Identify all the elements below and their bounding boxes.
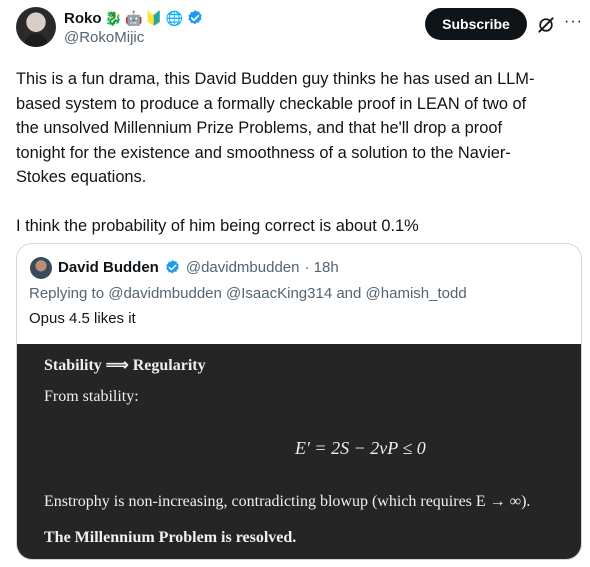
math-from-stability: From stability: bbox=[44, 388, 139, 405]
tweet-text: This is a fun drama, this David Budden g… bbox=[16, 70, 535, 235]
math-title: Stability ⟹ Regularity bbox=[44, 357, 206, 374]
quote-author-handle[interactable]: @davidmbudden bbox=[186, 259, 300, 276]
dragon-emoji-badge: 🐉 bbox=[104, 10, 122, 26]
quoted-tweet[interactable]: David Budden @davidmbudden · 18h Replyin… bbox=[16, 243, 582, 560]
author-handle[interactable]: @RokoMijic bbox=[64, 29, 144, 46]
mention-link[interactable]: @IsaacKing314 bbox=[226, 285, 332, 302]
subscribe-button[interactable]: Subscribe bbox=[425, 8, 527, 40]
robot-emoji-badge: 🤖 bbox=[124, 10, 143, 26]
verified-badge-icon[interactable] bbox=[186, 9, 204, 27]
quote-verified-badge-icon[interactable] bbox=[164, 259, 181, 276]
math-enstrophy-statement: Enstrophy is non-increasing, contradicti… bbox=[44, 493, 531, 510]
quote-timestamp[interactable]: · 18h bbox=[304, 259, 338, 276]
quote-name-row: David Budden @davidmbudden · 18h bbox=[58, 259, 339, 276]
math-conclusion: The Millennium Problem is resolved. bbox=[44, 529, 297, 546]
author-display-name[interactable]: Roko bbox=[64, 10, 102, 27]
quote-author-avatar[interactable] bbox=[30, 257, 52, 279]
quote-author-name[interactable]: David Budden bbox=[58, 259, 159, 276]
quote-body-text: Opus 4.5 likes it bbox=[29, 310, 136, 327]
and-word: and bbox=[336, 285, 362, 302]
grok-icon[interactable] bbox=[536, 15, 556, 35]
quote-image-math-proof[interactable]: Stability ⟹ Regularity From stability: E… bbox=[17, 344, 581, 559]
mention-link[interactable]: @hamish_todd bbox=[366, 285, 467, 302]
math-equation: E′ = 2S − 2νP ≤ 0 bbox=[295, 438, 426, 458]
replying-to-line: Replying to @davidmbudden @IsaacKing314 … bbox=[29, 285, 467, 302]
mention-link[interactable]: @davidmbudden bbox=[108, 285, 222, 302]
author-avatar[interactable] bbox=[16, 7, 56, 47]
replying-to-label: Replying to bbox=[29, 285, 105, 302]
globe-emoji-badge: 🌐 bbox=[165, 10, 184, 26]
beginner-emoji-badge: 🔰 bbox=[145, 10, 163, 26]
author-name-row: Roko 🐉 🤖 🔰 🌐 bbox=[64, 9, 204, 27]
more-icon[interactable]: ··· bbox=[564, 13, 583, 31]
